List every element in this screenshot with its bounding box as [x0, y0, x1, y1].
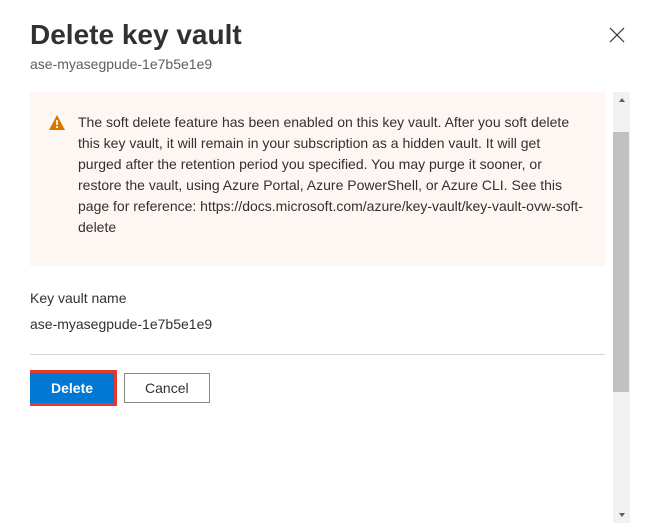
- scroll-area: The soft delete feature has been enabled…: [30, 92, 630, 523]
- cancel-button[interactable]: Cancel: [124, 373, 210, 403]
- key-vault-name-value: ase-myasegpude-1e7b5e1e9: [30, 316, 605, 332]
- close-button[interactable]: [604, 22, 630, 51]
- panel-content: The soft delete feature has been enabled…: [30, 92, 613, 523]
- panel-footer: Delete Cancel: [30, 373, 605, 417]
- divider: [30, 354, 605, 355]
- panel-title: Delete key vault: [30, 18, 242, 52]
- warning-box: The soft delete feature has been enabled…: [30, 92, 605, 266]
- delete-key-vault-panel: Delete key vault ase-myasegpude-1e7b5e1e…: [0, 0, 654, 523]
- scroll-up-arrow[interactable]: [613, 92, 630, 109]
- warning-icon: [48, 114, 66, 238]
- scroll-down-arrow[interactable]: [613, 506, 630, 523]
- panel-header: Delete key vault: [30, 18, 630, 52]
- panel-subtitle: ase-myasegpude-1e7b5e1e9: [30, 56, 630, 72]
- close-icon: [608, 26, 626, 47]
- scrollbar-thumb[interactable]: [613, 132, 629, 392]
- delete-button[interactable]: Delete: [30, 373, 114, 403]
- key-vault-name-label: Key vault name: [30, 290, 605, 306]
- warning-text: The soft delete feature has been enabled…: [78, 112, 583, 238]
- scrollbar[interactable]: [613, 92, 630, 523]
